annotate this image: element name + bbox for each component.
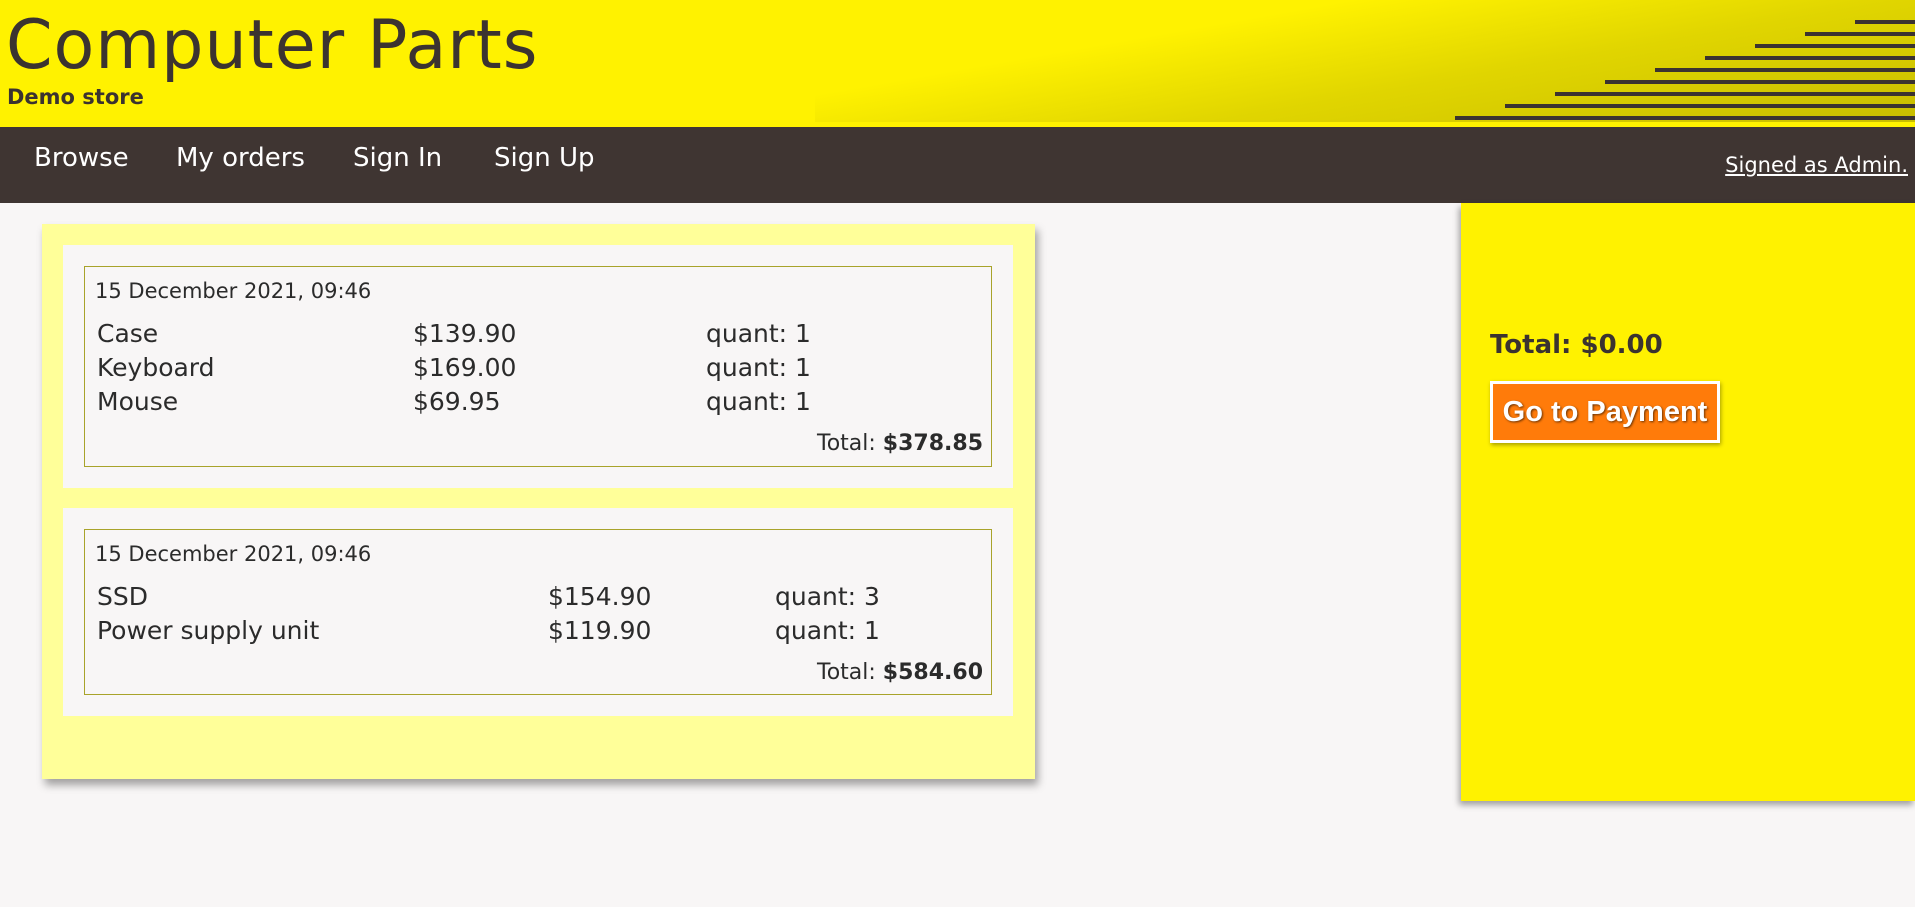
- item-quantity: quant: 3: [775, 582, 880, 611]
- nav-item-sign-in[interactable]: Sign In: [353, 143, 442, 173]
- item-quantity: quant: 1: [706, 353, 811, 382]
- item-price: $139.90: [413, 319, 517, 348]
- item-price: $69.95: [413, 387, 501, 416]
- signed-as-link[interactable]: Signed as Admin.: [1725, 153, 1908, 177]
- nav-item-my-orders[interactable]: My orders: [176, 143, 305, 173]
- site-header: Computer Parts Demo store: [0, 0, 1915, 127]
- order-card: 15 December 2021, 09:46 Case $139.90 qua…: [63, 245, 1013, 488]
- site-title: Computer Parts: [6, 6, 539, 85]
- order-item-row: Power supply unit $119.90 quant: 1: [97, 616, 977, 648]
- item-price: $169.00: [413, 353, 517, 382]
- cart-total: Total: $0.00: [1490, 330, 1663, 360]
- nav-item-sign-up[interactable]: Sign Up: [494, 143, 595, 173]
- order-details: 15 December 2021, 09:46 SSD $154.90 quan…: [84, 529, 992, 695]
- order-date: 15 December 2021, 09:46: [95, 542, 372, 566]
- order-total-value: $378.85: [882, 431, 983, 456]
- site-subtitle: Demo store: [7, 85, 144, 109]
- order-total-label: Total:: [817, 431, 876, 456]
- order-total: Total: $378.85: [817, 431, 983, 456]
- item-name: SSD: [97, 582, 148, 611]
- item-name: Keyboard: [97, 353, 215, 382]
- header-stripes-decoration: [1455, 20, 1915, 120]
- item-price: $119.90: [548, 616, 652, 645]
- item-quantity: quant: 1: [706, 319, 811, 348]
- item-name: Power supply unit: [97, 616, 320, 645]
- item-quantity: quant: 1: [706, 387, 811, 416]
- order-total-label: Total:: [817, 660, 876, 685]
- nav-item-browse[interactable]: Browse: [34, 143, 129, 173]
- order-total: Total: $584.60: [817, 660, 983, 685]
- order-item-row: Mouse $69.95 quant: 1: [97, 387, 977, 419]
- item-quantity: quant: 1: [775, 616, 880, 645]
- order-item-row: Keyboard $169.00 quant: 1: [97, 353, 977, 385]
- order-item-row: Case $139.90 quant: 1: [97, 319, 977, 351]
- item-name: Case: [97, 319, 159, 348]
- order-details: 15 December 2021, 09:46 Case $139.90 qua…: [84, 266, 992, 467]
- order-card: 15 December 2021, 09:46 SSD $154.90 quan…: [63, 508, 1013, 716]
- cart-panel: Total: $0.00 Go to Payment: [1461, 203, 1915, 801]
- orders-panel: 15 December 2021, 09:46 Case $139.90 qua…: [42, 224, 1035, 779]
- go-to-payment-button[interactable]: Go to Payment: [1490, 381, 1720, 443]
- item-price: $154.90: [548, 582, 652, 611]
- order-date: 15 December 2021, 09:46: [95, 279, 372, 303]
- order-total-value: $584.60: [882, 660, 983, 685]
- order-item-row: SSD $154.90 quant: 3: [97, 582, 977, 614]
- item-name: Mouse: [97, 387, 179, 416]
- main-navbar: Browse My orders Sign In Sign Up Signed …: [0, 127, 1915, 203]
